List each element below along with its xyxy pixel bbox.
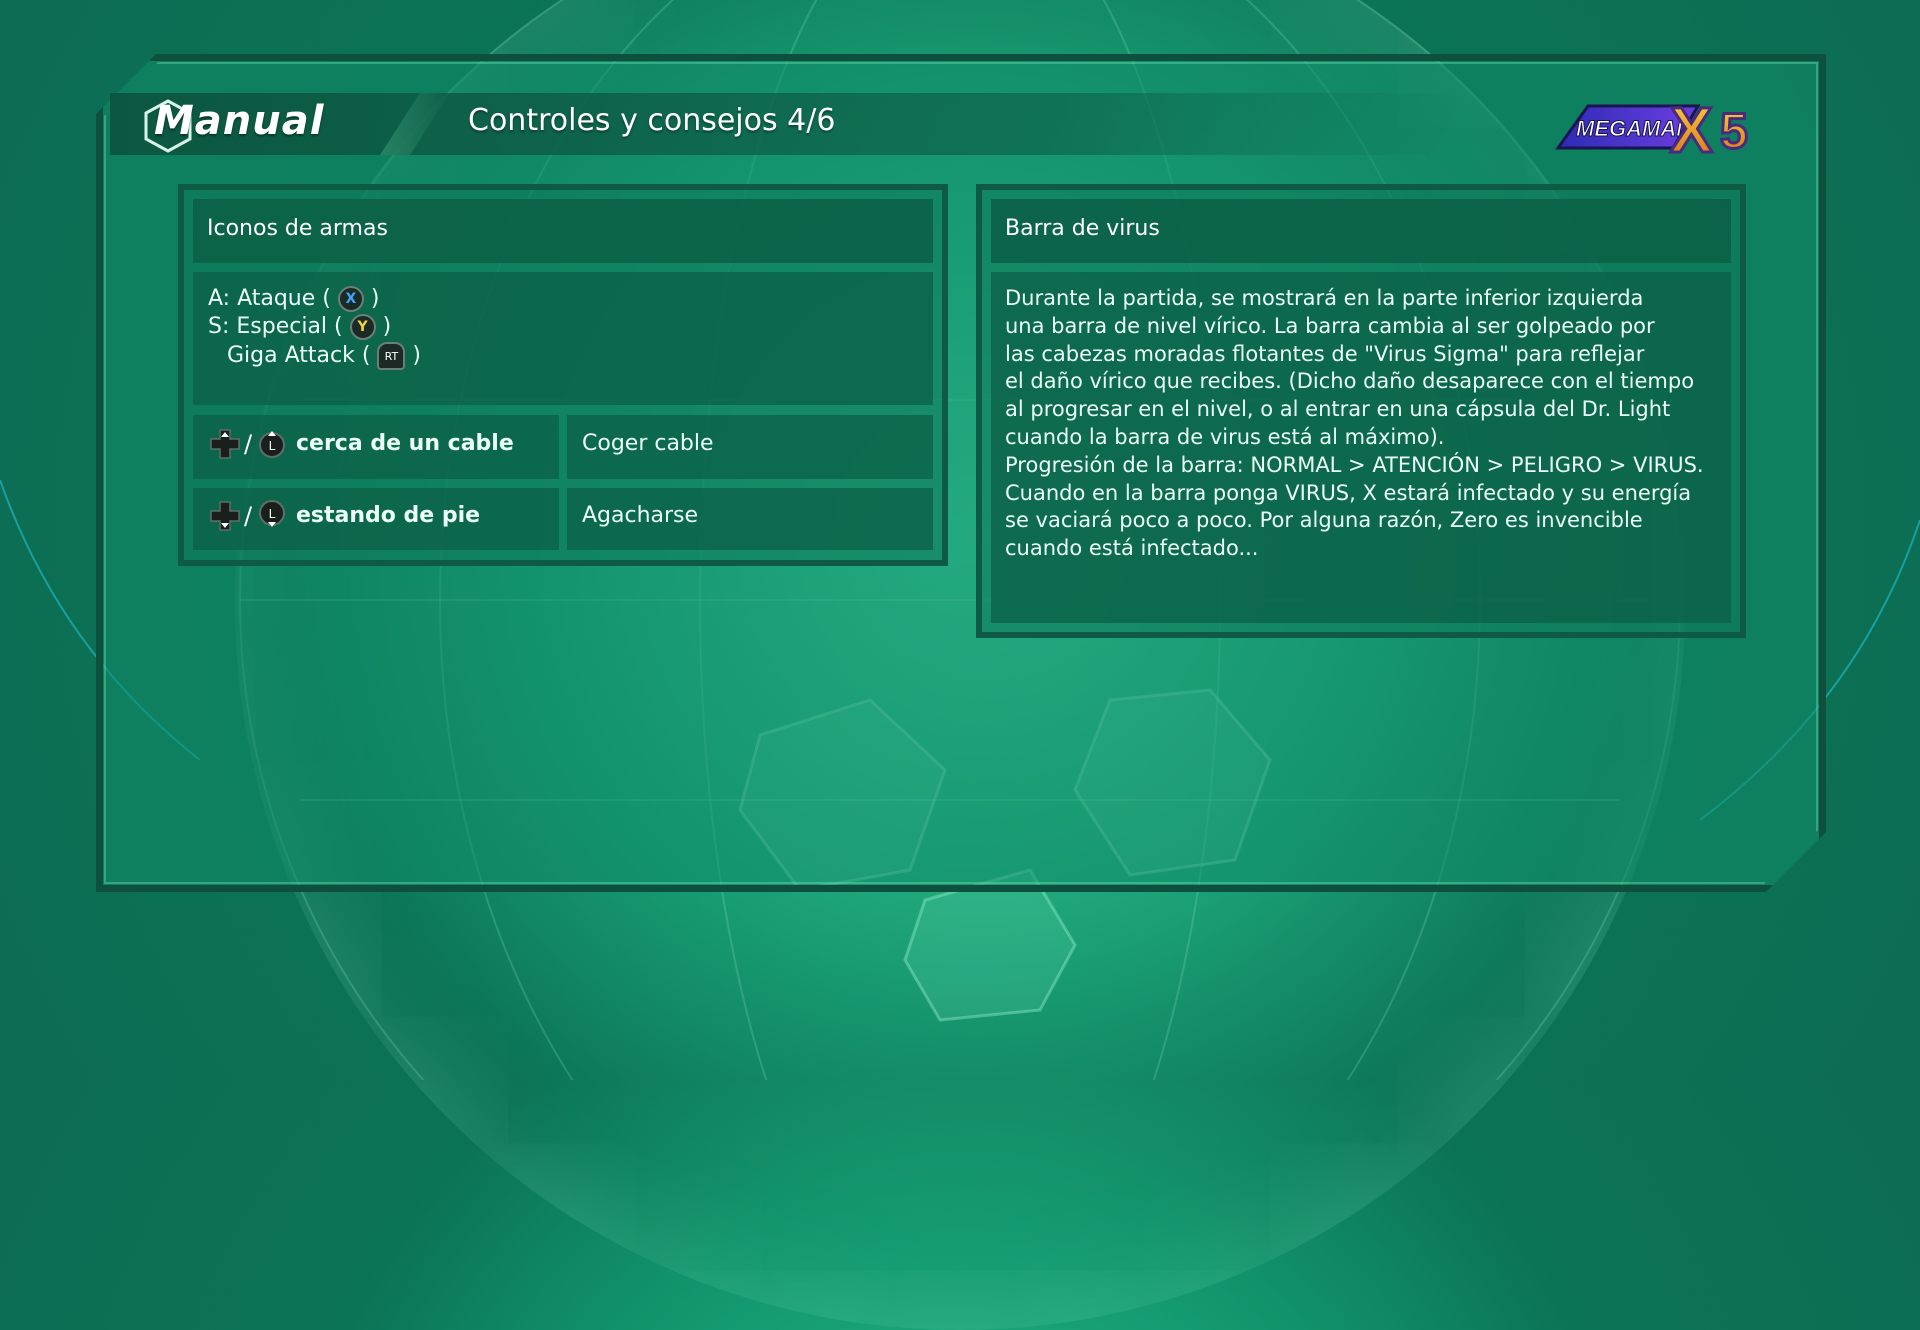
svg-text:X: X xyxy=(1670,94,1713,166)
left-stick-down-icon: L xyxy=(259,500,285,527)
control-row-cable-label: cerca de un cable xyxy=(296,431,514,456)
dpad-down-icon xyxy=(210,501,240,531)
dpad-up-icon xyxy=(210,429,240,459)
slash-separator: / xyxy=(244,430,253,458)
megaman-x5-logo: MEGAMAN X 5 xyxy=(1555,93,1749,166)
svg-text:5: 5 xyxy=(1720,103,1748,159)
slash-separator: / xyxy=(244,502,253,530)
svg-text:L: L xyxy=(269,507,276,521)
page-title: Controles y consejos 4/6 xyxy=(468,103,836,138)
weapon-line-special: S: Especial ( Y ) xyxy=(208,314,392,340)
weapons-panel-title: Iconos de armas xyxy=(193,199,933,263)
rt-trigger-icon: RT xyxy=(377,342,406,370)
svg-text:L: L xyxy=(269,439,276,453)
y-button-icon: Y xyxy=(349,314,376,340)
weapon-line-giga: Giga Attack ( RT ) xyxy=(227,342,422,370)
manual-title: Manual xyxy=(154,98,325,144)
control-row-crouch-label: estando de pie xyxy=(296,503,481,528)
weapon-line-attack: A: Ataque ( X ) xyxy=(208,286,380,312)
x-button-icon: X xyxy=(337,286,364,312)
control-row-crouch-action: Agacharse xyxy=(582,503,699,528)
control-row-cable-action: Coger cable xyxy=(582,431,714,456)
virus-panel-title: Barra de virus xyxy=(991,199,1731,263)
left-stick-up-icon: L xyxy=(259,431,285,458)
virus-panel-body: Durante la partida, se mostrará en la pa… xyxy=(1005,286,1704,561)
